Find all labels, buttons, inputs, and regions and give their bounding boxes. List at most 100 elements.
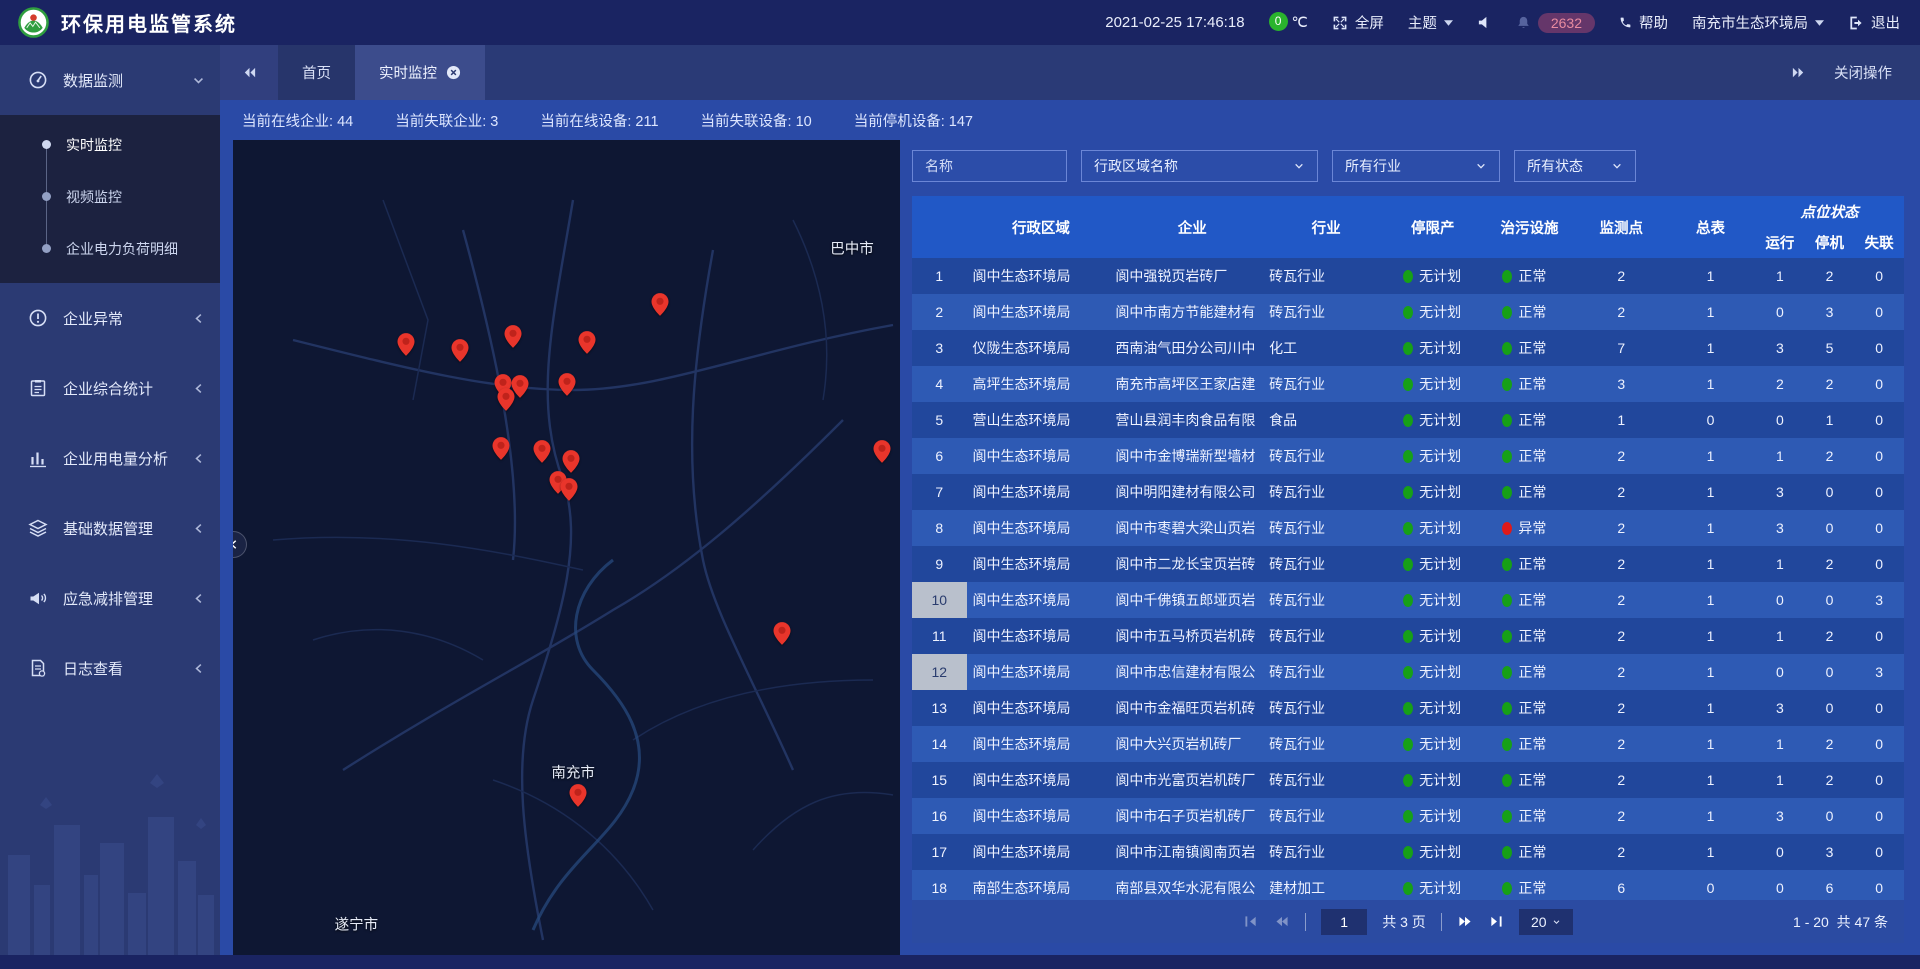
name-filter-input[interactable] bbox=[912, 150, 1067, 182]
cell-run: 1 bbox=[1755, 258, 1805, 294]
row-index: 14 bbox=[912, 726, 967, 762]
sidebar-item-label: 数据监测 bbox=[63, 70, 123, 91]
status-dot-icon bbox=[1502, 414, 1512, 427]
map-pin[interactable] bbox=[498, 388, 515, 411]
table-row[interactable]: 12阆中生态环境局阆中市忠信建材有限公砖瓦行业无计划正常21003 bbox=[912, 654, 1904, 690]
cell-company: 阆中市五马桥页岩机砖 bbox=[1115, 618, 1269, 654]
page-number-input[interactable] bbox=[1321, 909, 1367, 935]
status-dot-icon bbox=[1403, 522, 1413, 535]
page-size-select[interactable]: 20 bbox=[1519, 909, 1573, 935]
top-bar: 环保用电监管系统 2021-02-25 17:46:18 0 ℃ 全屏 主题 2… bbox=[0, 0, 1920, 45]
region-filter-select[interactable]: 行政区域名称 bbox=[1081, 150, 1318, 182]
fullscreen-button[interactable]: 全屏 bbox=[1332, 12, 1384, 33]
sidebar-subitem[interactable]: 视频监控 bbox=[0, 171, 220, 223]
sidebar-item[interactable]: 应急减排管理 bbox=[0, 563, 220, 633]
map-pin[interactable] bbox=[651, 293, 668, 316]
map-pin[interactable] bbox=[505, 325, 522, 348]
table-row[interactable]: 3仪陇生态环境局西南油气田分公司川中化工无计划正常71350 bbox=[912, 330, 1904, 366]
table-row[interactable]: 5营山生态环境局营山县润丰肉食品有限食品无计划正常10010 bbox=[912, 402, 1904, 438]
status-text: 异常 bbox=[1518, 518, 1546, 538]
sidebar-item[interactable]: 企业用电量分析 bbox=[0, 423, 220, 493]
temperature: 0 ℃ bbox=[1269, 15, 1308, 31]
status-text: 无计划 bbox=[1419, 842, 1461, 862]
cell-limit: 无计划 bbox=[1383, 582, 1482, 618]
fullscreen-label: 全屏 bbox=[1355, 12, 1384, 33]
map-pin[interactable] bbox=[493, 437, 510, 460]
map-panel[interactable]: 巴中市南充市遂宁市 bbox=[233, 140, 900, 955]
table-row[interactable]: 8阆中生态环境局阆中市枣碧大梁山页岩砖瓦行业无计划异常21300 bbox=[912, 510, 1904, 546]
cell-bureau: 营山生态环境局 bbox=[967, 402, 1116, 438]
org-menu-button[interactable]: 南充市生态环境局 bbox=[1692, 12, 1824, 33]
status-dot-icon bbox=[1403, 630, 1413, 643]
cell-lost: 0 bbox=[1854, 762, 1904, 798]
map-pin[interactable] bbox=[534, 440, 551, 463]
tab-home[interactable]: 首页 bbox=[278, 45, 355, 100]
last-page-button[interactable] bbox=[1488, 915, 1504, 928]
status-dot-icon bbox=[1502, 774, 1512, 787]
table-row[interactable]: 1阆中生态环境局阆中强锐页岩砖厂砖瓦行业无计划正常21120 bbox=[912, 258, 1904, 294]
speaker-icon[interactable] bbox=[1477, 15, 1492, 30]
table-row[interactable]: 10阆中生态环境局阆中千佛镇五郎垭页岩砖瓦行业无计划正常21003 bbox=[912, 582, 1904, 618]
map-pin[interactable] bbox=[560, 478, 577, 501]
sidebar-subitem[interactable]: 企业电力负荷明细 bbox=[0, 223, 220, 275]
cell-lost: 0 bbox=[1854, 834, 1904, 870]
map-pin[interactable] bbox=[773, 622, 790, 645]
table-row[interactable]: 4高坪生态环境局南充市高坪区王家店建砖瓦行业无计划正常31220 bbox=[912, 366, 1904, 402]
sidebar-item[interactable]: 企业综合统计 bbox=[0, 353, 220, 423]
sidebar-item[interactable]: 企业异常 bbox=[0, 283, 220, 353]
logout-button[interactable]: 退出 bbox=[1848, 12, 1900, 33]
tabs-scroll-left-button[interactable] bbox=[220, 45, 278, 100]
first-page-button[interactable] bbox=[1243, 915, 1259, 928]
prev-page-button[interactable] bbox=[1274, 915, 1290, 928]
map-pin[interactable] bbox=[558, 373, 575, 396]
cell-stop: 3 bbox=[1805, 834, 1855, 870]
status-dot-icon bbox=[1403, 666, 1413, 679]
double-chevron-right-icon[interactable] bbox=[1791, 66, 1806, 79]
cell-run: 0 bbox=[1755, 870, 1805, 900]
close-operations-button[interactable]: 关闭操作 bbox=[1834, 62, 1892, 83]
help-button[interactable]: 帮助 bbox=[1619, 12, 1668, 33]
stat-value: 10 bbox=[796, 114, 812, 130]
status-dot-icon bbox=[1403, 738, 1413, 751]
cell-stop: 0 bbox=[1805, 654, 1855, 690]
cell-industry: 砖瓦行业 bbox=[1269, 582, 1383, 618]
table-row[interactable]: 2阆中生态环境局阆中市南方节能建材有砖瓦行业无计划正常21030 bbox=[912, 294, 1904, 330]
tab-realtime-monitor[interactable]: 实时监控 bbox=[355, 45, 485, 100]
map-pin[interactable] bbox=[451, 339, 468, 362]
cell-bureau: 仪陇生态环境局 bbox=[967, 330, 1116, 366]
sidebar-subitem[interactable]: 实时监控 bbox=[0, 119, 220, 171]
col-industry: 行业 bbox=[1269, 196, 1383, 258]
table-row[interactable]: 13阆中生态环境局阆中市金福旺页岩机砖砖瓦行业无计划正常21300 bbox=[912, 690, 1904, 726]
notifications[interactable]: 2632 bbox=[1516, 13, 1595, 33]
table-row[interactable]: 15阆中生态环境局阆中市光富页岩机砖厂砖瓦行业无计划正常21120 bbox=[912, 762, 1904, 798]
sidebar-item[interactable]: 基础数据管理 bbox=[0, 493, 220, 563]
table-row[interactable]: 7阆中生态环境局阆中明阳建材有限公司砖瓦行业无计划正常21300 bbox=[912, 474, 1904, 510]
map-pin[interactable] bbox=[578, 331, 595, 354]
status-filter-select[interactable]: 所有状态 bbox=[1514, 150, 1636, 182]
table-row[interactable]: 9阆中生态环境局阆中市二龙长宝页岩砖砖瓦行业无计划正常21120 bbox=[912, 546, 1904, 582]
cell-limit: 无计划 bbox=[1383, 618, 1482, 654]
map-pin[interactable] bbox=[873, 440, 890, 463]
map-pin[interactable] bbox=[569, 784, 586, 807]
table-row[interactable]: 18南部生态环境局南部县双华水泥有限公建材加工无计划正常60060 bbox=[912, 870, 1904, 900]
table-row[interactable]: 17阆中生态环境局阆中市江南镇阆南页岩砖瓦行业无计划正常21030 bbox=[912, 834, 1904, 870]
cell-bureau: 阆中生态环境局 bbox=[967, 762, 1116, 798]
map-pin[interactable] bbox=[562, 450, 579, 473]
temperature-unit: ℃ bbox=[1292, 15, 1308, 31]
table-row[interactable]: 16阆中生态环境局阆中市石子页岩机砖厂砖瓦行业无计划正常21300 bbox=[912, 798, 1904, 834]
close-icon[interactable] bbox=[446, 65, 461, 80]
status-dot-icon bbox=[1502, 738, 1512, 751]
industry-filter-select[interactable]: 所有行业 bbox=[1332, 150, 1500, 182]
next-page-button[interactable] bbox=[1457, 915, 1473, 928]
map-pin[interactable] bbox=[398, 333, 415, 356]
theme-button[interactable]: 主题 bbox=[1408, 12, 1453, 33]
table-row[interactable]: 6阆中生态环境局阆中市金博瑞新型墙材砖瓦行业无计划正常21120 bbox=[912, 438, 1904, 474]
cell-points: 2 bbox=[1577, 726, 1666, 762]
table-row[interactable]: 11阆中生态环境局阆中市五马桥页岩机砖砖瓦行业无计划正常21120 bbox=[912, 618, 1904, 654]
sidebar-item[interactable]: 数据监测 bbox=[0, 45, 220, 115]
sidebar-item[interactable]: 日志查看 bbox=[0, 633, 220, 703]
cell-facility: 正常 bbox=[1482, 834, 1576, 870]
status-dot-icon bbox=[1403, 486, 1413, 499]
table-row[interactable]: 14阆中生态环境局阆中大兴页岩机砖厂砖瓦行业无计划正常21120 bbox=[912, 726, 1904, 762]
cell-industry: 砖瓦行业 bbox=[1269, 366, 1383, 402]
